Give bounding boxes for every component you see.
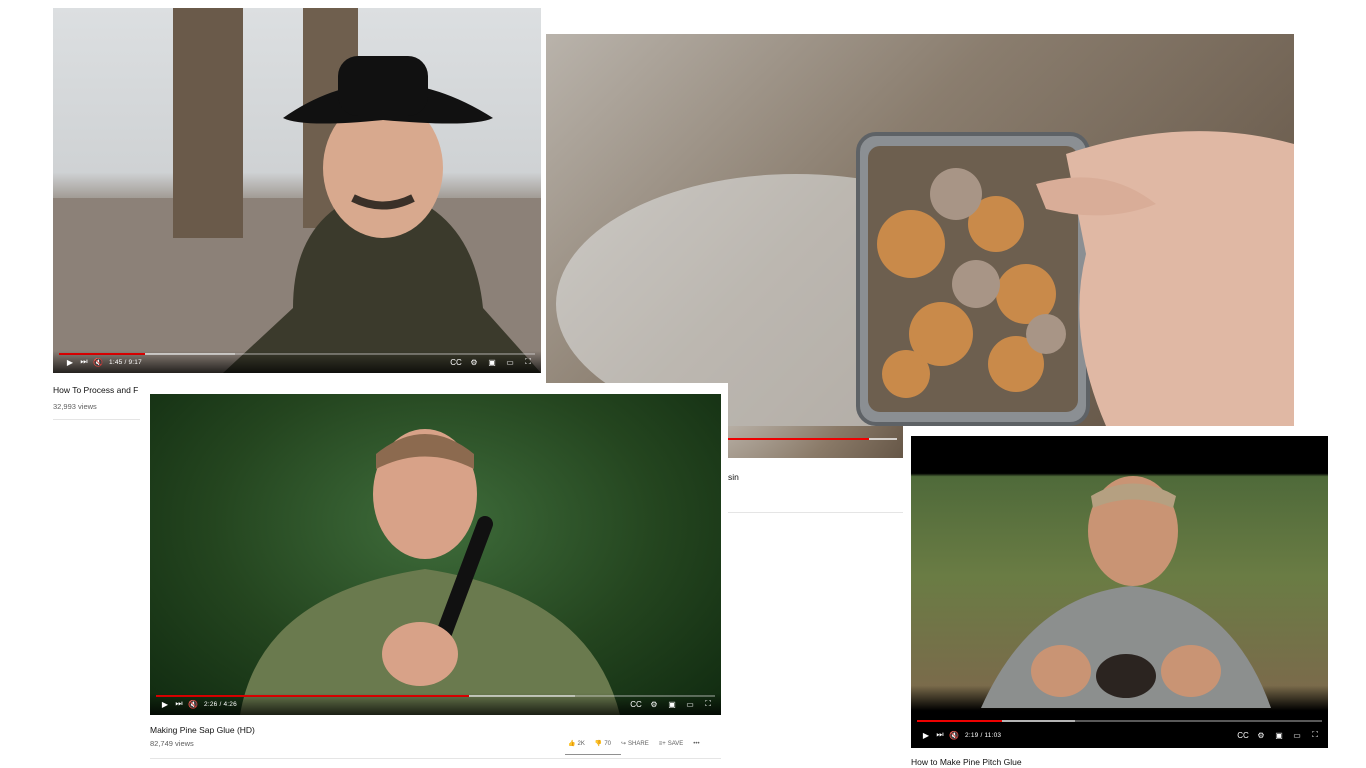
play-icon[interactable]: ▶ <box>919 728 933 742</box>
mute-icon[interactable]: 🔇 <box>186 697 200 711</box>
theater-icon[interactable]: ▭ <box>503 355 517 369</box>
thumbs-up-icon: 👍 <box>568 741 576 747</box>
time-display: 2:26 / 4:26 <box>204 700 237 708</box>
fullscreen-icon[interactable]: ⛶ <box>1308 728 1322 742</box>
share-button[interactable]: ↪ SHARE <box>621 740 649 748</box>
miniplayer-icon[interactable]: ▣ <box>1272 728 1286 742</box>
theater-icon[interactable]: ▭ <box>1290 728 1304 742</box>
gear-icon[interactable]: ⚙ <box>467 355 481 369</box>
dislike-button[interactable]: 👎 70 <box>594 740 611 748</box>
player-controls-1: ▶ ⏭ 🔇 1:45 / 9:17 CC ⚙ ▣ ▭ ⛶ <box>53 351 541 373</box>
video-card-4: ▶ ⏭ 🔇 2:19 / 11:03 CC ⚙ ▣ ▭ ⛶ How to Mak… <box>903 428 1333 768</box>
mute-icon[interactable]: 🔇 <box>91 355 105 369</box>
video-title[interactable]: How To Process and F <box>53 385 138 395</box>
thumbs-down-icon: 👎 <box>594 741 603 747</box>
next-icon[interactable]: ⏭ <box>77 355 91 369</box>
play-icon[interactable]: ▶ <box>63 355 77 369</box>
share-icon: ↪ <box>621 741 627 747</box>
fullscreen-icon[interactable]: ⛶ <box>701 697 715 711</box>
cc-icon[interactable]: CC <box>629 697 643 711</box>
miniplayer-icon[interactable]: ▣ <box>665 697 679 711</box>
video-actions: 👍 2K 👎 70 ↪ SHARE ≡+ SAVE ••• <box>568 740 700 748</box>
next-icon[interactable]: ⏭ <box>933 728 947 742</box>
player-controls-3: ▶ ⏭ 🔇 2:26 / 4:26 CC ⚙ ▣ ▭ ⛶ <box>150 693 721 715</box>
next-icon[interactable]: ⏭ <box>172 697 186 711</box>
video-card-1: ▶ ⏭ 🔇 1:45 / 9:17 CC ⚙ ▣ ▭ ⛶ How To Proc… <box>53 8 541 422</box>
video-player-3[interactable]: ▶ ⏭ 🔇 2:26 / 4:26 CC ⚙ ▣ ▭ ⛶ <box>150 394 721 715</box>
woods-scene <box>981 476 1271 708</box>
video-title[interactable]: How to Make Pine Pitch Glue <box>911 757 1022 767</box>
divider-1 <box>53 419 148 420</box>
mute-icon[interactable]: 🔇 <box>947 728 961 742</box>
progress-bar-4[interactable] <box>917 720 1322 722</box>
gear-icon[interactable]: ⚙ <box>1254 728 1268 742</box>
time-display: 1:45 / 9:17 <box>109 358 142 366</box>
video-player-4[interactable]: ▶ ⏭ 🔇 2:19 / 11:03 CC ⚙ ▣ ▭ ⛶ <box>911 436 1328 748</box>
cowboy-scene <box>53 8 541 373</box>
save-button[interactable]: ≡+ SAVE <box>659 741 684 747</box>
cc-icon[interactable]: CC <box>1236 728 1250 742</box>
tin-illustration <box>556 131 1294 426</box>
more-icon[interactable]: ••• <box>693 741 699 747</box>
view-count: 82,749 views <box>150 739 194 748</box>
save-icon: ≡+ <box>658 740 666 747</box>
video-title-fragment[interactable]: sin <box>728 472 739 482</box>
forest-scene <box>240 429 620 715</box>
play-icon[interactable]: ▶ <box>158 697 172 711</box>
gear-icon[interactable]: ⚙ <box>647 697 661 711</box>
divider-2 <box>728 512 903 513</box>
divider-3b <box>150 758 721 759</box>
time-display: 2:19 / 11:03 <box>965 731 1002 739</box>
video-card-3: ▶ ⏭ 🔇 2:26 / 4:26 CC ⚙ ▣ ▭ ⛶ Making Pine… <box>140 383 728 768</box>
view-count: 32,993 views <box>53 402 97 411</box>
like-button[interactable]: 👍 2K <box>568 740 585 748</box>
divider-3 <box>565 754 621 755</box>
player-controls-4: ▶ ⏭ 🔇 2:19 / 11:03 CC ⚙ ▣ ▭ ⛶ <box>911 726 1328 744</box>
pine-resin-tin-image <box>546 34 1294 426</box>
fullscreen-icon[interactable]: ⛶ <box>521 355 535 369</box>
cc-icon[interactable]: CC <box>449 355 463 369</box>
miniplayer-icon[interactable]: ▣ <box>485 355 499 369</box>
video-title[interactable]: Making Pine Sap Glue (HD) <box>150 725 255 735</box>
video-player-1[interactable]: ▶ ⏭ 🔇 1:45 / 9:17 CC ⚙ ▣ ▭ ⛶ <box>53 8 541 373</box>
theater-icon[interactable]: ▭ <box>683 697 697 711</box>
